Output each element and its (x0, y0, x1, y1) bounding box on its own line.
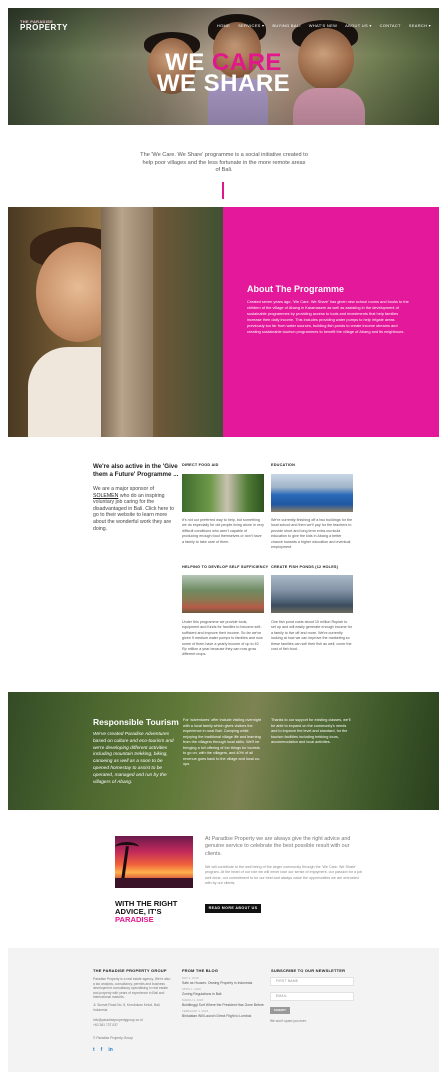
advice-title-accent: PARADISE (115, 915, 154, 924)
about-title: About The Programme (247, 284, 345, 294)
about-photo (8, 207, 223, 437)
logo-title: PROPERTY (20, 23, 69, 32)
nav-whats-new[interactable]: WHAT'S NEW (309, 23, 337, 28)
project-self-sufficiency-title: HELPING TO DEVELOP SELF SUFFICIENCY (182, 565, 269, 569)
footer-phone[interactable]: +62 361 737 037 (93, 1023, 173, 1028)
tourism-banner: Responsible Tourism We've created Paradi… (8, 692, 439, 810)
tourism-column-1: For 'adventures' offer include visiting … (183, 718, 261, 766)
about-photo-wooden-post (101, 207, 153, 437)
give-body-rest: who do an inspiring voluntary job caring… (93, 492, 175, 532)
project-food-text: It's not our preferred way to help, but … (182, 518, 264, 544)
email-input[interactable]: EMAIL (270, 992, 354, 1001)
facebook-icon[interactable]: f (101, 1047, 103, 1053)
main-nav: HOME SERVICES ▾ BUYING BALI WHAT'S NEW A… (217, 23, 431, 28)
footer-copyright: © Paradise Property Group (93, 1036, 133, 1040)
about-body: Created seven years ago, 'We Care. We Sh… (247, 299, 409, 335)
give-body-intro: We are a major sponsor of (93, 486, 155, 492)
project-fish-ponds-title: CREATE FISH PONDS (12 HOLES) (271, 565, 339, 569)
hero-banner: THE PARADISE PROPERTY HOME SERVICES ▾ BU… (8, 8, 439, 125)
advice-title: WITH THE RIGHT ADVICE, IT'S PARADISE (115, 900, 205, 924)
nav-home[interactable]: HOME (217, 23, 230, 28)
project-self-sufficiency-text: Under this programme we provide tools, e… (182, 620, 263, 657)
solemen-link[interactable]: SOLEMEN (93, 493, 118, 499)
submit-button[interactable]: SUBMIT (270, 1007, 290, 1014)
tourism-title: Responsible Tourism (93, 717, 179, 727)
blog-post[interactable]: MAY 1, 2018 Safe as Houses: Owning Prope… (182, 974, 264, 985)
blog-post[interactable]: MARCH 1, 2018 Bukittinggi Surf Where the… (182, 996, 264, 1007)
give-future-title: We're also active in the 'Give them a Fu… (93, 463, 179, 478)
blog-post-title[interactable]: Bintulatan Will Launch Direct Flight to … (182, 1014, 264, 1019)
tourism-column-2: Thanks to our support for existing class… (271, 718, 351, 744)
social-links: t f in (93, 1047, 113, 1053)
footer-address: Jl. Sunset Road No. 8, Kerobokan Kelod, … (93, 1003, 161, 1012)
project-food-title: DIRECT FOOD AID (182, 463, 219, 467)
advice-lead: At Paradise Property we are always give … (205, 836, 351, 857)
footer-email[interactable]: info@paradisepropertygroup.co.id (93, 1018, 173, 1023)
project-education-text: We're currently finishing off a two buil… (271, 518, 353, 550)
project-education-title: EDUCATION (271, 463, 296, 467)
sunset-palm-image (115, 836, 193, 888)
footer-company-desc: Paradise Property is a real estate agenc… (93, 977, 171, 1000)
project-fish-ponds-image (271, 575, 353, 613)
twitter-icon[interactable]: t (93, 1047, 95, 1053)
tourism-lead: We've created Paradise Adventures based … (93, 732, 174, 785)
nav-about-us[interactable]: ABOUT US ▾ (345, 23, 372, 28)
about-panel: About The Programme Created seven years … (223, 207, 439, 437)
first-name-input[interactable]: FIRST NAME (270, 977, 354, 986)
section-divider (222, 182, 224, 199)
footer-company-title: THE PARADISE PROPERTY GROUP (93, 968, 167, 973)
blog-post[interactable]: FEBRUARY 1, 2018 Bintulatan Will Launch … (182, 1007, 264, 1018)
footer-newsletter-title: SUBSCRIBE TO OUR NEWSLETTER (271, 968, 346, 973)
privacy-note: We won't spam you ever. (270, 1019, 307, 1023)
hero-title-we-share: WE SHARE (156, 70, 291, 97)
nav-contact[interactable]: CONTACT (380, 23, 401, 28)
project-food-image (182, 474, 264, 512)
nav-search[interactable]: SEARCH ▾ (409, 23, 431, 28)
hero-title: WE CARE WE SHARE (8, 51, 439, 97)
advice-body: We will contribute to the well being of … (205, 865, 363, 886)
nav-buying-bali[interactable]: BUYING BALI (272, 23, 300, 28)
nav-services[interactable]: SERVICES ▾ (238, 23, 264, 28)
advice-title-main: WITH THE RIGHT ADVICE, IT'S (115, 899, 178, 916)
project-self-sufficiency-image (182, 575, 264, 613)
footer-blog-title: FROM THE BLOG (182, 968, 219, 973)
give-future-body: We are a major sponsor of SOLEMEN who do… (93, 486, 176, 532)
project-fish-ponds-text: One fish pond costs about 10 million Rup… (271, 620, 352, 652)
read-more-about-us-button[interactable]: READ MORE ABOUT US (205, 904, 261, 913)
intro-text: The 'We Care. We Share' programme is a s… (140, 152, 308, 173)
blog-post[interactable]: APRIL 1, 2018 Zoning Regulations in Bali (182, 985, 264, 996)
linkedin-icon[interactable]: in (108, 1047, 112, 1053)
project-education-image (271, 474, 353, 512)
sea-silhouette (115, 878, 193, 888)
site-logo[interactable]: THE PARADISE PROPERTY (20, 20, 68, 32)
